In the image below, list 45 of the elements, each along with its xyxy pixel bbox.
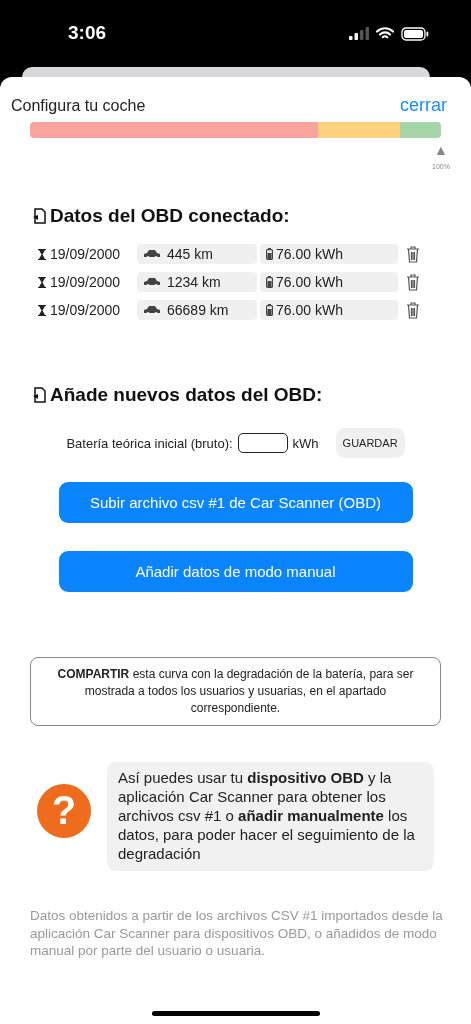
unit-label: kWh [292,435,319,451]
hourglass-icon [38,276,46,288]
device-icon [32,208,46,224]
car-icon [143,249,161,259]
hourglass-icon [38,248,46,260]
save-button[interactable]: GUARDAR [335,428,405,458]
delete-button[interactable] [406,273,420,291]
help-icon[interactable]: ? [37,783,91,838]
battery-status-icon [401,26,429,41]
energy-cell: 76.00 kWh [260,244,398,264]
delete-button[interactable] [406,245,420,263]
delete-button[interactable] [406,301,420,319]
close-link[interactable]: cerrar [400,95,447,116]
wifi-icon [376,27,394,40]
trash-icon [406,273,420,291]
battery-icon [266,248,273,260]
footer-note: Datos obtenidos a partir de los archivos CSV #1 importados desde la aplicación Car Scanner para dispositivos OBD, o añadidos de modo manual por parte del usuario o usuaria. [30,907,444,960]
car-icon [143,277,161,287]
marker-arrow: ▲ [434,143,448,157]
device-icon [32,387,46,403]
status-time: 3:06 [68,22,107,44]
upload-csv-button[interactable]: Subir archivo csv #1 de Car Scanner (OBD) [58,482,413,523]
distance-cell: 66689 km [137,300,257,320]
trash-icon [406,301,420,319]
help-text: Así puedes usar tu dispositivo OBD y la aplicación Car Scanner para obtener los archivos csv #1 o añadir manualmente los datos, para poder hacer el seguimiento de la degradación [107,762,434,871]
energy-cell: 76.00 kWh [260,300,398,320]
section-title: Añade nuevos datos del OBD: [50,384,323,406]
distance-cell: 1234 km [137,272,257,292]
distance-cell: 445 km [137,244,257,264]
manual-data-button[interactable]: Añadir datos de modo manual [58,551,413,592]
section-title: Datos del OBD conectado: [50,205,290,227]
battery-input[interactable] [237,433,288,453]
battery-icon [266,304,273,316]
energy-cell: 76.00 kWh [260,272,398,292]
battery-icon [266,276,273,288]
trash-icon [406,245,420,263]
sheet-title: Configura tu coche [11,96,146,115]
date-text: 19/09/2000 [50,302,121,318]
car-icon [143,305,161,315]
hourglass-icon [38,304,46,316]
share-button[interactable]: COMPARTIR esta curva con la degradación de la batería, para ser mostrada a todos los usuarios y usuarias, en el apartado correspondiente. [30,657,441,726]
signal-icon [349,27,369,40]
date-text: 19/09/2000 [50,246,121,262]
battery-label: Batería teórica inicial (bruto): [66,435,233,451]
date-text: 19/09/2000 [50,274,121,290]
